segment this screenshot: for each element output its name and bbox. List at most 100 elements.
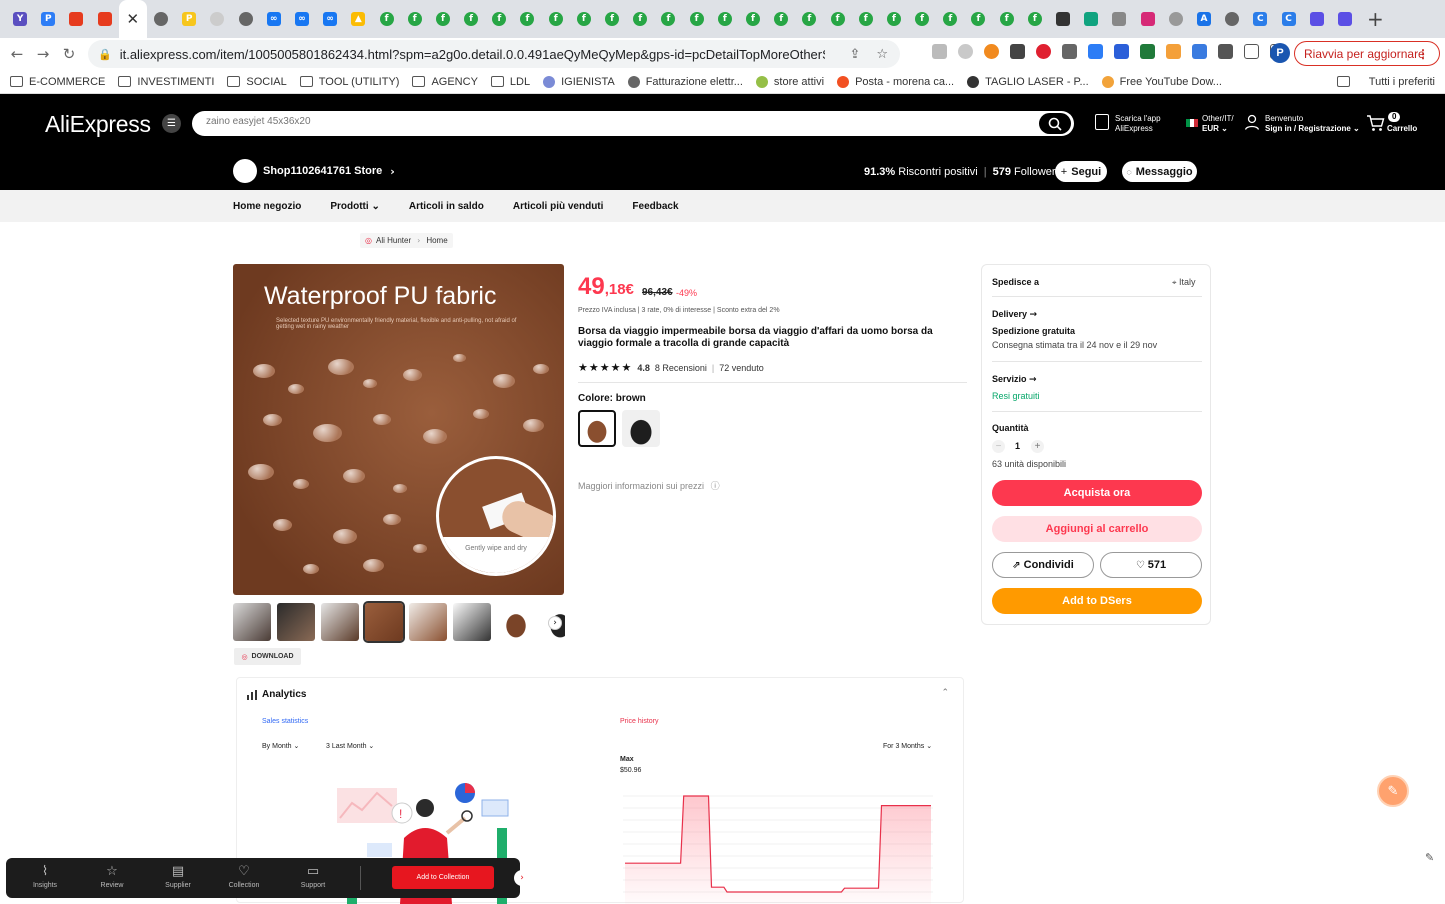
last-month-dropdown[interactable]: 3 Last Month ⌄ (326, 742, 374, 750)
browser-tab[interactable] (1331, 0, 1359, 38)
bookmark-item[interactable]: TOOL (UTILITY) (299, 76, 399, 88)
browser-tab[interactable]: f (570, 0, 598, 38)
shield-icon[interactable] (1114, 44, 1129, 59)
bookmark-item[interactable]: E-COMMERCE (10, 76, 105, 88)
browser-tab[interactable] (232, 0, 260, 38)
thumbnail[interactable] (497, 603, 535, 641)
user-icon[interactable] (1244, 114, 1260, 130)
reviews-link[interactable]: 8 Recensioni (655, 363, 707, 373)
share-button[interactable]: ⇗ Condividi (992, 552, 1094, 578)
browser-tab[interactable]: Y (6, 0, 34, 38)
menu-icon[interactable]: ☰ (162, 114, 181, 133)
browser-tab[interactable]: ∞ (260, 0, 288, 38)
browser-tab[interactable]: f (457, 0, 485, 38)
browser-tab[interactable]: f (964, 0, 992, 38)
region-selector[interactable]: Other/IT/ EUR ⌄ (1202, 114, 1234, 134)
breadcrumb-home[interactable]: Home (426, 236, 447, 245)
browser-tab[interactable]: C (1274, 0, 1302, 38)
bookmark-item[interactable]: INVESTIMENTI (118, 76, 214, 88)
quantity-plus-button[interactable]: + (1031, 440, 1044, 453)
browser-tab[interactable]: ∞ (316, 0, 344, 38)
add-to-cart-button[interactable]: Aggiungi al carrello (992, 516, 1202, 542)
collection-button[interactable]: ♡ Collection (219, 864, 269, 889)
browser-tab[interactable]: f (683, 0, 711, 38)
close-icon[interactable]: ✕ (127, 10, 140, 28)
collapse-icon[interactable]: ⌃ (941, 688, 949, 698)
address-bar[interactable]: 🔒 it.aliexpress.com/item/100500580186243… (88, 40, 900, 68)
product-main-image[interactable]: Waterproof PU fabric Selected texture PU… (233, 264, 564, 595)
share-icon[interactable]: ⇪ (849, 47, 860, 62)
bookmark-item[interactable]: AGENCY (412, 76, 478, 88)
browser-tab[interactable] (1134, 0, 1162, 38)
all-bookmarks[interactable]: Tutti i preferiti (1336, 76, 1435, 88)
restart-update-button[interactable]: Riavvia per aggiornare ⋮ (1294, 41, 1440, 66)
bookmark-item[interactable]: IGIENISTA (543, 75, 615, 88)
browser-tab[interactable]: A (1190, 0, 1218, 38)
more-price-info-link[interactable]: Maggiori informazioni sui prezzi ⓘ (578, 479, 720, 492)
browser-tab[interactable]: ✕ (118, 0, 147, 38)
browser-tab[interactable]: f (401, 0, 429, 38)
extension-icon[interactable] (1036, 44, 1051, 59)
browser-tab[interactable]: ▲ (344, 0, 372, 38)
download-app-link[interactable]: Scarica l'app AliExpress (1115, 114, 1161, 134)
browser-tab[interactable]: ∞ (288, 0, 316, 38)
extension-icon[interactable] (932, 44, 947, 59)
browser-tab[interactable] (1218, 0, 1246, 38)
browser-tab[interactable]: f (993, 0, 1021, 38)
cart-icon[interactable] (1366, 115, 1385, 135)
bookmark-item[interactable]: SOCIAL (227, 76, 287, 88)
account-menu[interactable]: Benvenuto Sign in / Registrazione ⌄ (1265, 114, 1360, 134)
browser-tab[interactable]: f (598, 0, 626, 38)
wishlist-button[interactable]: ♡ 571 (1100, 552, 1202, 578)
thumbnail[interactable] (409, 603, 447, 641)
nav-home[interactable]: Home negozio (233, 201, 301, 212)
browser-tab[interactable]: C (1246, 0, 1274, 38)
chat-float-button[interactable]: ✎ (1377, 775, 1409, 807)
bookmark-item[interactable]: LDL (490, 76, 530, 88)
browser-tab[interactable]: P (34, 0, 62, 38)
nav-products[interactable]: Prodotti ⌄ (330, 201, 380, 212)
profile-avatar[interactable]: P (1270, 43, 1290, 63)
url-text[interactable]: it.aliexpress.com/item/1005005801862434.… (120, 47, 825, 62)
add-to-dsers-button[interactable]: Add to DSers (992, 588, 1202, 614)
download-button[interactable]: ◎ DOWNLOAD (234, 648, 301, 665)
bookmark-item[interactable]: TAGLIO LASER - P... (967, 75, 1089, 88)
quantity-value[interactable]: 1 (1015, 441, 1020, 451)
back-arrow-icon[interactable]: ← (4, 45, 30, 63)
browser-tab[interactable]: f (936, 0, 964, 38)
search-button[interactable] (1039, 113, 1071, 134)
bookmark-item[interactable]: Posta - morena ca... (837, 75, 954, 88)
add-to-collection-button[interactable]: Add to Collection (392, 866, 494, 889)
cart-extension-icon[interactable] (1166, 44, 1181, 59)
browser-tab[interactable]: f (542, 0, 570, 38)
message-button[interactable]: ◌ Messaggio (1122, 161, 1197, 182)
delivery-link[interactable]: Delivery → (992, 309, 1037, 320)
for-months-dropdown[interactable]: For 3 Months ⌄ (883, 742, 932, 750)
extension-icon[interactable] (984, 44, 999, 59)
browser-tab[interactable] (1049, 0, 1077, 38)
bookmark-star-icon[interactable]: ☆ (876, 47, 888, 62)
chevron-right-icon[interactable]: › (514, 870, 530, 886)
browser-tab[interactable]: f (795, 0, 823, 38)
thumbnail[interactable] (277, 603, 315, 641)
puzzle-icon[interactable] (1218, 44, 1233, 59)
browser-tab[interactable] (1105, 0, 1133, 38)
price-history-tab[interactable]: Price history (620, 718, 659, 725)
browser-tab[interactable]: f (908, 0, 936, 38)
download-icon[interactable] (1244, 44, 1259, 59)
breadcrumb-ali-hunter[interactable]: Ali Hunter (376, 236, 411, 245)
browser-tab[interactable]: f (880, 0, 908, 38)
nav-bestsellers[interactable]: Articoli più venduti (513, 201, 604, 212)
bookmark-item[interactable]: Free YouTube Dow... (1101, 75, 1222, 88)
browser-tab[interactable]: f (852, 0, 880, 38)
extension-download-icon[interactable] (1140, 44, 1155, 59)
browser-tab[interactable] (147, 0, 175, 38)
extension-k-icon[interactable] (958, 44, 973, 59)
browser-tab[interactable] (62, 0, 90, 38)
browser-tab[interactable]: f (485, 0, 513, 38)
support-button[interactable]: ▭ Support (288, 864, 338, 889)
aliexpress-logo[interactable]: AliExpress (45, 111, 151, 138)
by-month-dropdown[interactable]: By Month ⌄ (262, 742, 299, 750)
country-selector[interactable]: ⌖ Italy (1172, 277, 1196, 288)
nav-feedback[interactable]: Feedback (632, 201, 678, 212)
